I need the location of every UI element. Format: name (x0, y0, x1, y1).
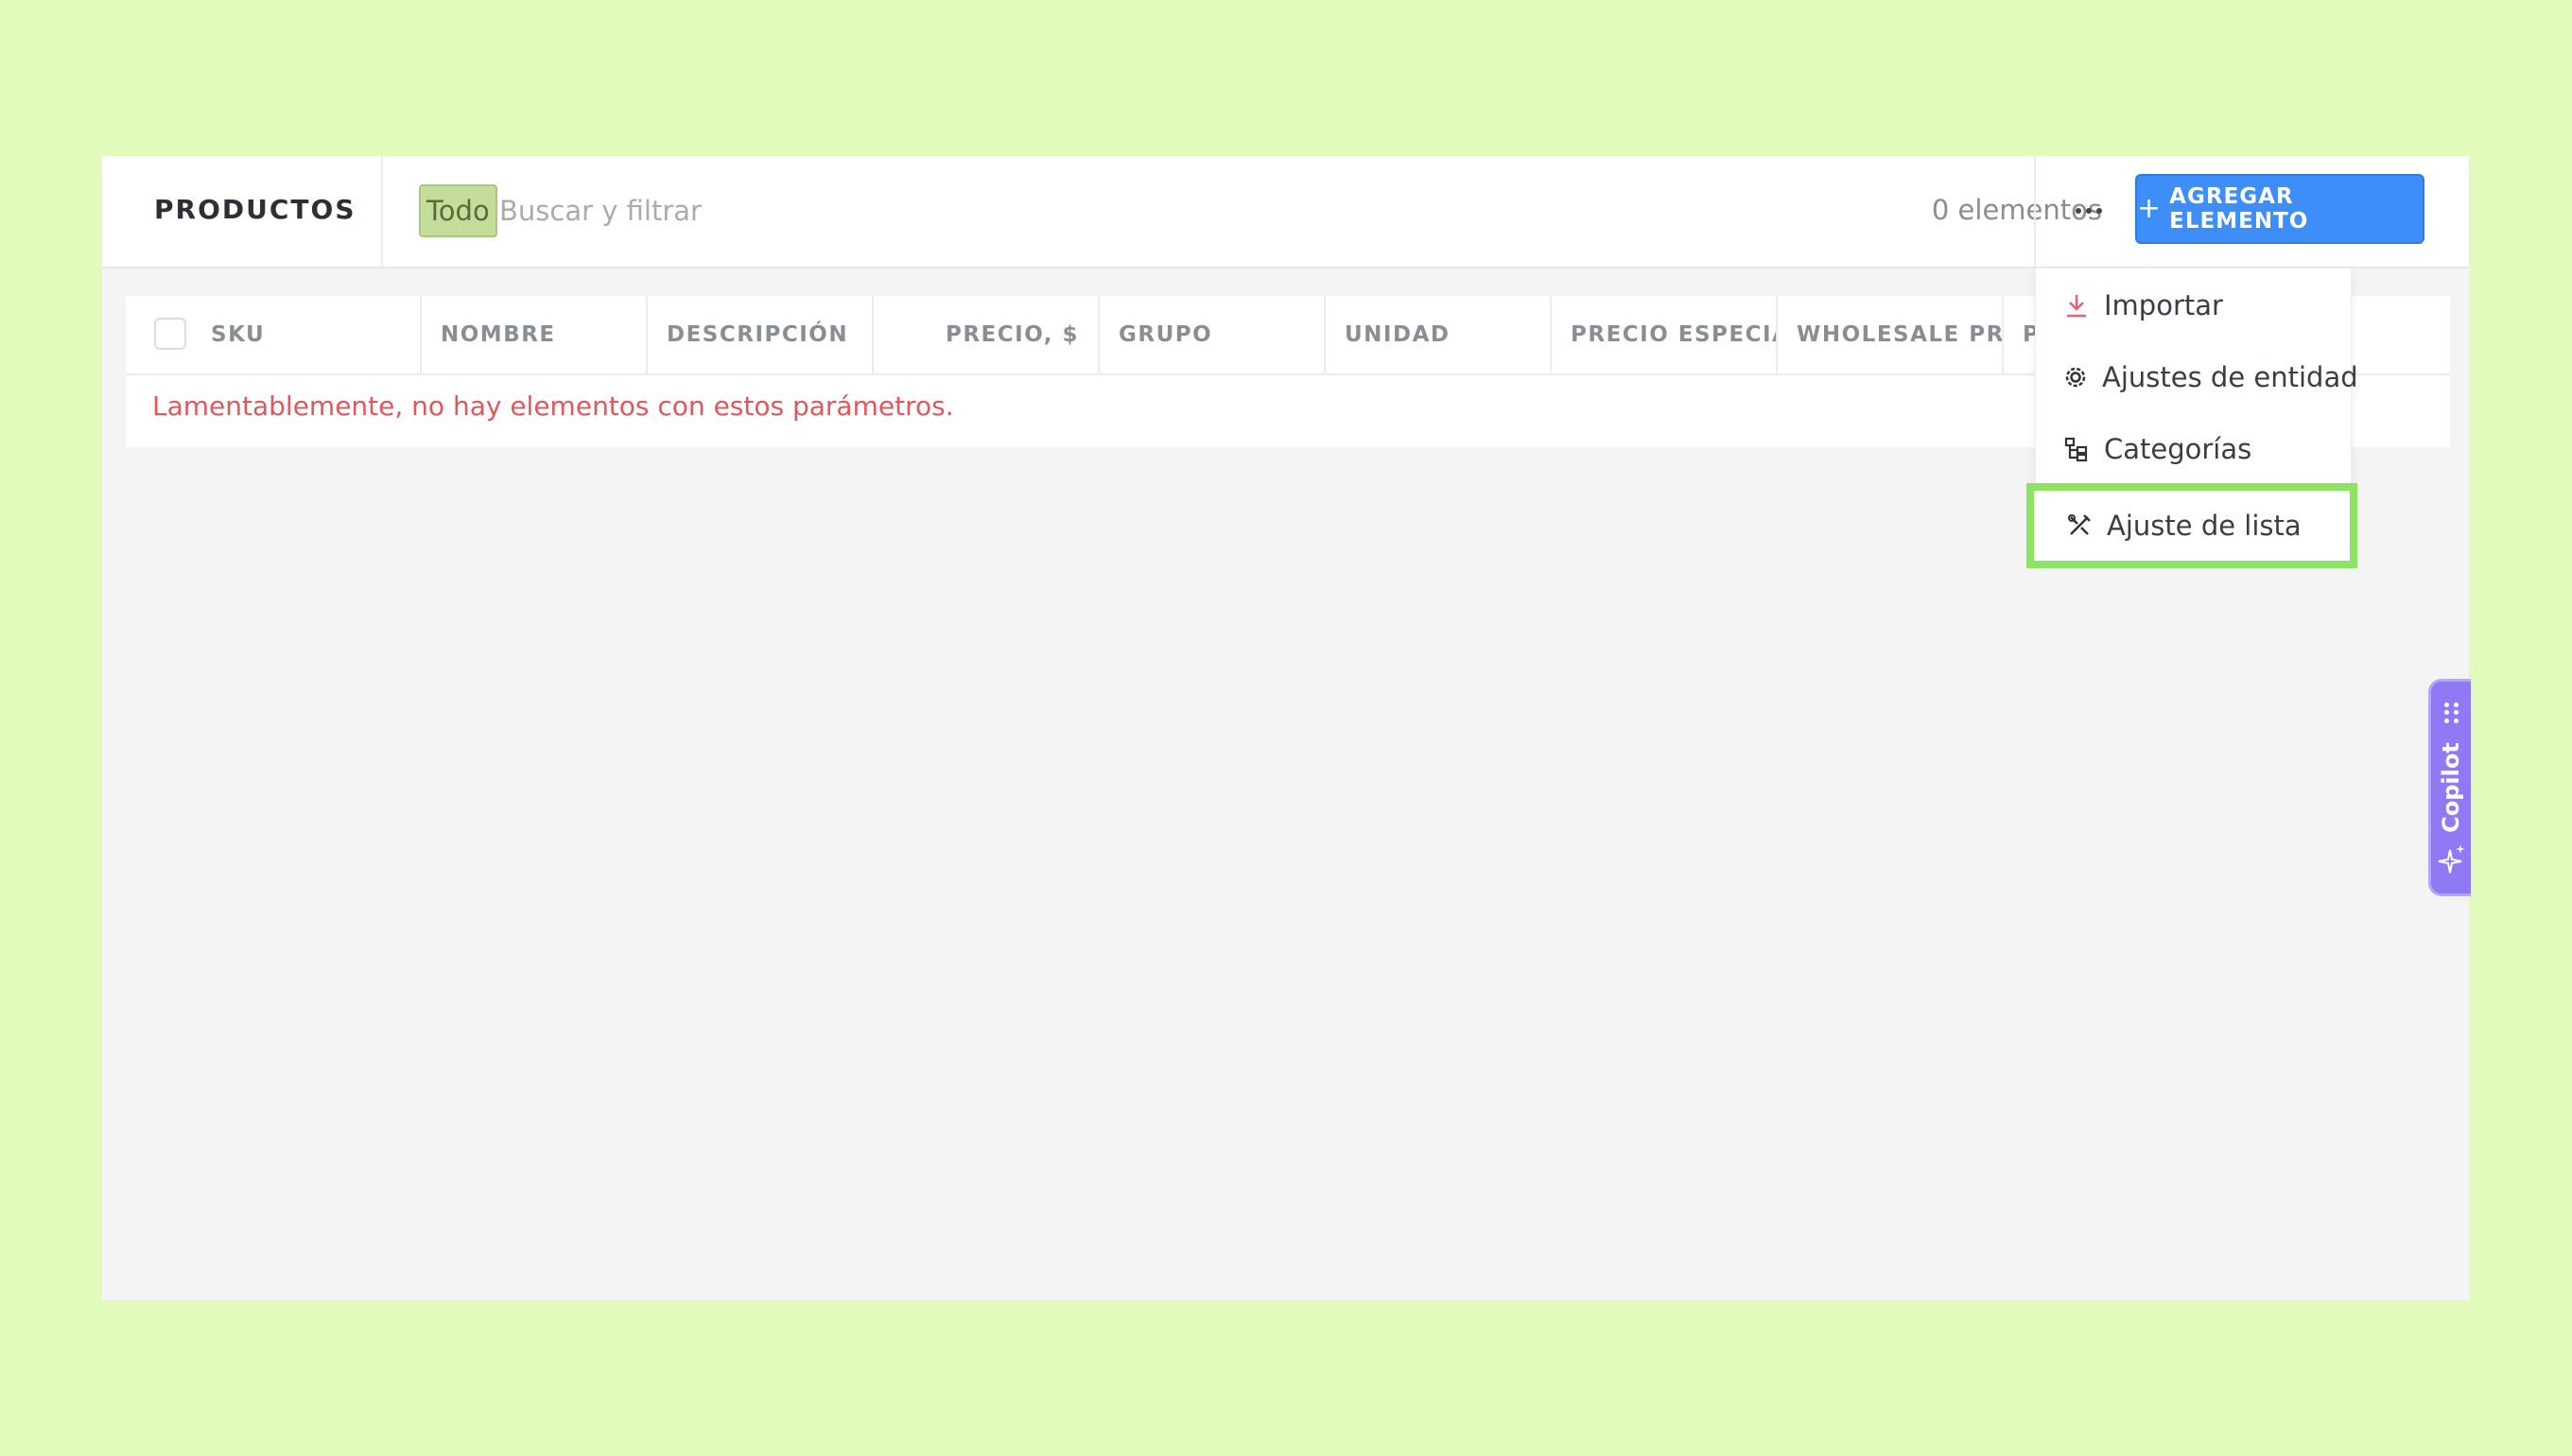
more-dots-icon (2076, 208, 2081, 214)
title-cell: PRODUCTOS (102, 156, 383, 267)
gear-icon (2062, 363, 2089, 391)
select-all-checkbox[interactable] (154, 318, 186, 350)
more-options-button[interactable] (2060, 184, 2117, 237)
page-title: PRODUCTOS (154, 194, 356, 225)
column-header-sku[interactable]: SKU (211, 296, 329, 373)
more-dots-icon (2096, 208, 2102, 214)
menu-item-categories[interactable]: Categorías (2036, 412, 2351, 486)
column-header-unidad[interactable]: UNIDAD (1324, 296, 1550, 373)
plus-icon: + (2137, 192, 2163, 225)
menu-item-entity-settings[interactable]: Ajustes de entidad (2036, 340, 2358, 414)
tools-icon (2065, 511, 2094, 540)
column-header-wholesale-price[interactable]: WHOLESALE PRICE (1776, 296, 2002, 373)
add-item-button[interactable]: + AGREGAR ELEMENTO (2135, 174, 2424, 244)
column-header-descripcion[interactable]: DESCRIPCIÓN (646, 296, 872, 373)
drag-handle-icon[interactable] (2444, 702, 2459, 723)
divider (2034, 156, 2036, 267)
menu-item-label: Ajustes de entidad (2102, 361, 2358, 393)
tree-icon (2062, 435, 2091, 463)
menu-item-list-settings[interactable]: Ajuste de lista (2026, 483, 2357, 568)
column-header-grupo[interactable]: GRUPO (1098, 296, 1324, 373)
copilot-label: Copilot (2438, 742, 2464, 833)
menu-item-import[interactable]: Importar (2036, 269, 2351, 342)
top-bar: PRODUCTOS Todo 0 elementos + AGREGAR ELE… (102, 156, 2469, 269)
menu-item-label: Categorías (2104, 433, 2252, 465)
column-header-precio-especial[interactable]: PRECIO ESPECIAL (1550, 296, 1776, 373)
search-input[interactable] (499, 186, 1350, 235)
more-dots-icon (2086, 208, 2092, 214)
empty-state-message: Lamentablemente, no hay elementos con es… (152, 390, 954, 422)
menu-item-label: Ajuste de lista (2107, 510, 2302, 542)
add-item-label: AGREGAR ELEMENTO (2169, 184, 2309, 234)
filter-chip-all[interactable]: Todo (419, 184, 497, 237)
more-options-menu: Importar Ajustes de entidad Categorías (2035, 268, 2358, 486)
copilot-tab[interactable]: Copilot (2428, 679, 2471, 896)
column-header-nombre[interactable]: NOMBRE (420, 296, 646, 373)
sparkle-icon (2438, 844, 2465, 874)
column-header-precio[interactable]: PRECIO, $ (872, 296, 1098, 373)
download-icon (2062, 291, 2091, 320)
menu-item-label: Importar (2104, 289, 2223, 321)
